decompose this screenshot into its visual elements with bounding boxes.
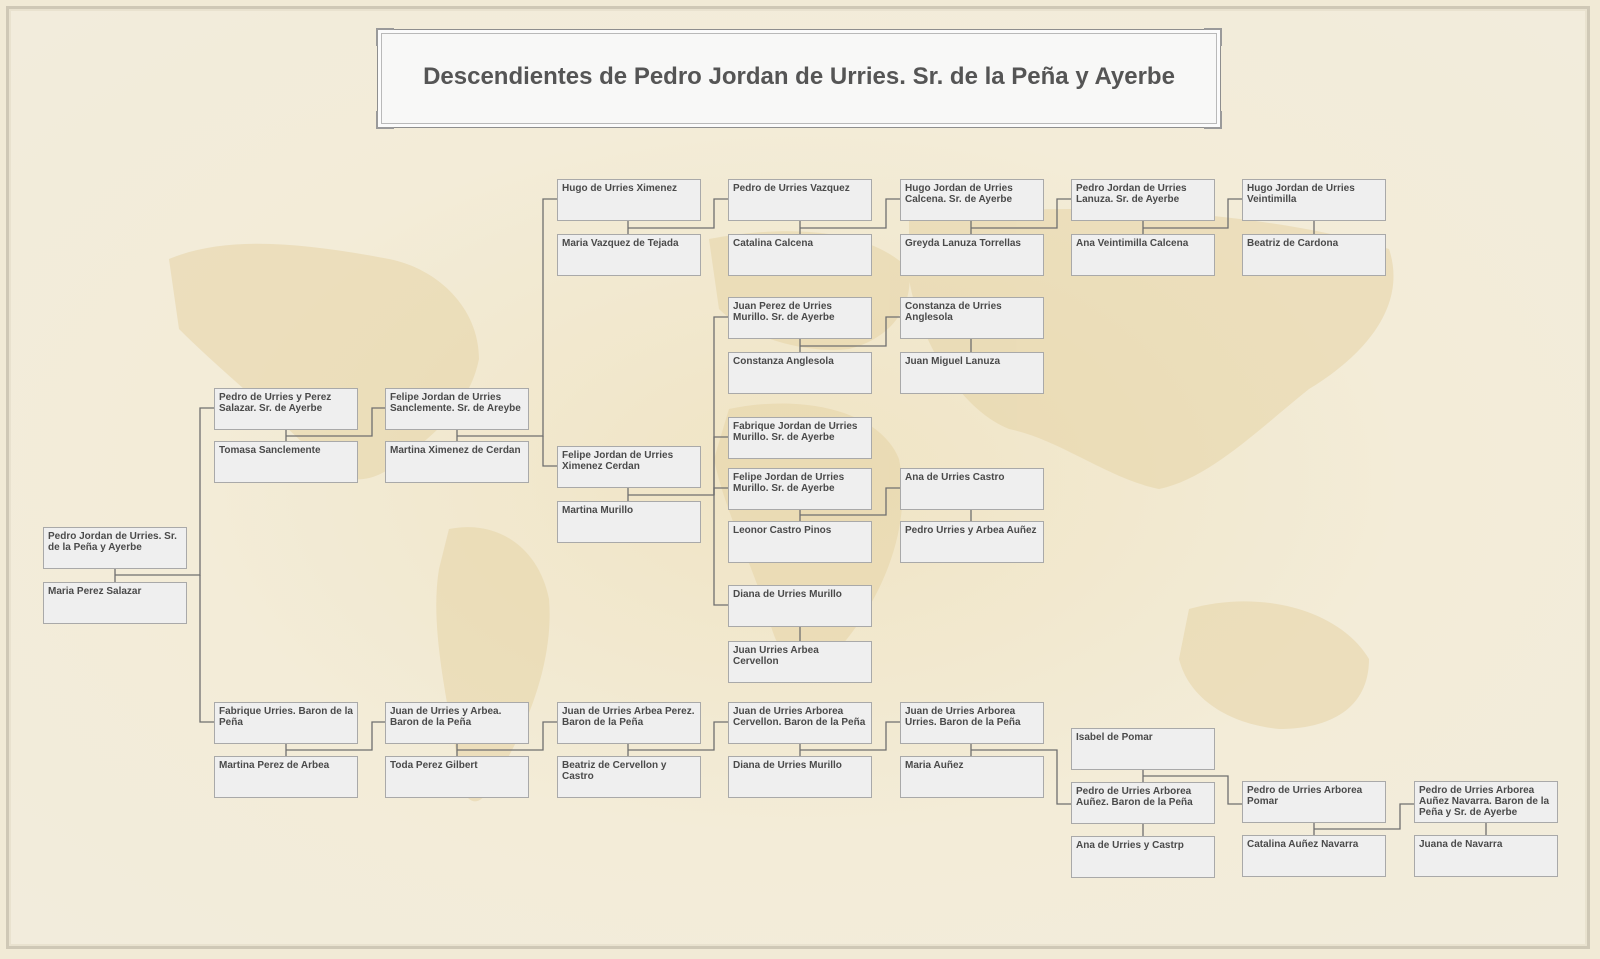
spouse-node[interactable]: Toda Perez Gilbert (385, 756, 529, 798)
person-node[interactable]: Pedro de Urries Arborea Auñez. Baron de … (1071, 782, 1215, 824)
spouse-node[interactable]: Tomasa Sanclemente (214, 441, 358, 483)
person-node[interactable]: Felipe Jordan de Urries Sanclemente. Sr.… (385, 388, 529, 430)
person-node[interactable]: Ana de Urries Castro (900, 468, 1044, 510)
spouse-node[interactable]: Juan Urries Arbea Cervellon (728, 641, 872, 683)
spouse-node[interactable]: Maria Auñez (900, 756, 1044, 798)
person-node[interactable]: Fabrique Urries. Baron de la Peña (214, 702, 358, 744)
person-node[interactable]: Juan de Urries y Arbea. Baron de la Peña (385, 702, 529, 744)
person-node[interactable]: Hugo Jordan de Urries Calcena. Sr. de Ay… (900, 179, 1044, 221)
spouse-node[interactable]: Greyda Lanuza Torrellas (900, 234, 1044, 276)
frame-corner-ornament (1204, 28, 1222, 46)
person-node[interactable]: Juan de Urries Arborea Urries. Baron de … (900, 702, 1044, 744)
person-node[interactable]: Hugo de Urries Ximenez (557, 179, 701, 221)
diagram-title-box: Descendientes de Pedro Jordan de Urries.… (376, 28, 1222, 129)
spouse-node[interactable]: Maria Perez Salazar (43, 582, 187, 624)
spouse-node[interactable]: Martina Perez de Arbea (214, 756, 358, 798)
person-node[interactable]: Juan de Urries Arbea Perez. Baron de la … (557, 702, 701, 744)
connector (713, 487, 728, 495)
spouse-node[interactable]: Beatriz de Cardona (1242, 234, 1386, 276)
person-node[interactable]: Felipe Jordan de Urries Ximenez Cerdan (557, 446, 701, 488)
spouse-node[interactable]: Leonor Castro Pinos (728, 521, 872, 563)
person-node[interactable]: Juan de Urries Arborea Cervellon. Baron … (728, 702, 872, 744)
person-node[interactable]: Diana de Urries Murillo (728, 585, 872, 627)
frame-corner-ornament (1204, 111, 1222, 129)
spouse-node[interactable]: Martina Murillo (557, 501, 701, 543)
person-node[interactable]: Hugo Jordan de Urries Veintimilla (1242, 179, 1386, 221)
frame-corner-ornament (376, 111, 394, 129)
spouse-node[interactable]: Diana de Urries Murillo (728, 756, 872, 798)
connector (713, 495, 728, 606)
person-node[interactable]: Pedro de Urries Vazquez (728, 179, 872, 221)
person-node[interactable]: Pedro Jordan de Urries Lanuza. Sr. de Ay… (1071, 179, 1215, 221)
person-node[interactable]: Pedro de Urries Arborea Pomar (1242, 781, 1386, 823)
person-node[interactable]: Pedro Jordan de Urries. Sr. de la Peña y… (43, 527, 187, 569)
spouse-node[interactable]: Pedro Urries y Arbea Auñez (900, 521, 1044, 563)
spouse-node[interactable]: Juana de Navarra (1414, 835, 1558, 877)
person-node[interactable]: Felipe Jordan de Urries Murillo. Sr. de … (728, 468, 872, 510)
spouse-node[interactable]: Ana Veintimilla Calcena (1071, 234, 1215, 276)
spouse-node[interactable]: Isabel de Pomar (1071, 728, 1215, 770)
spouse-node[interactable]: Catalina Auñez Navarra (1242, 835, 1386, 877)
connector (713, 436, 728, 495)
frame-corner-ornament (376, 28, 394, 46)
spouse-node[interactable]: Martina Ximenez de Cerdan (385, 441, 529, 483)
spouse-node[interactable]: Catalina Calcena (728, 234, 872, 276)
spouse-node[interactable]: Ana de Urries y Castrp (1071, 836, 1215, 878)
person-node[interactable]: Juan Perez de Urries Murillo. Sr. de Aye… (728, 297, 872, 339)
connector (199, 575, 214, 723)
diagram-title: Descendientes de Pedro Jordan de Urries.… (423, 63, 1175, 90)
connector (542, 436, 557, 467)
spouse-node[interactable]: Constanza Anglesola (728, 352, 872, 394)
spouse-node[interactable]: Juan Miguel Lanuza (900, 352, 1044, 394)
spouse-node[interactable]: Beatriz de Cervellon y Castro (557, 756, 701, 798)
spouse-node[interactable]: Maria Vazquez de Tejada (557, 234, 701, 276)
person-node[interactable]: Fabrique Jordan de Urries Murillo. Sr. d… (728, 417, 872, 459)
person-node[interactable]: Pedro de Urries Arborea Auñez Navarra. B… (1414, 781, 1558, 823)
person-node[interactable]: Pedro de Urries y Perez Salazar. Sr. de … (214, 388, 358, 430)
person-node[interactable]: Constanza de Urries Anglesola (900, 297, 1044, 339)
